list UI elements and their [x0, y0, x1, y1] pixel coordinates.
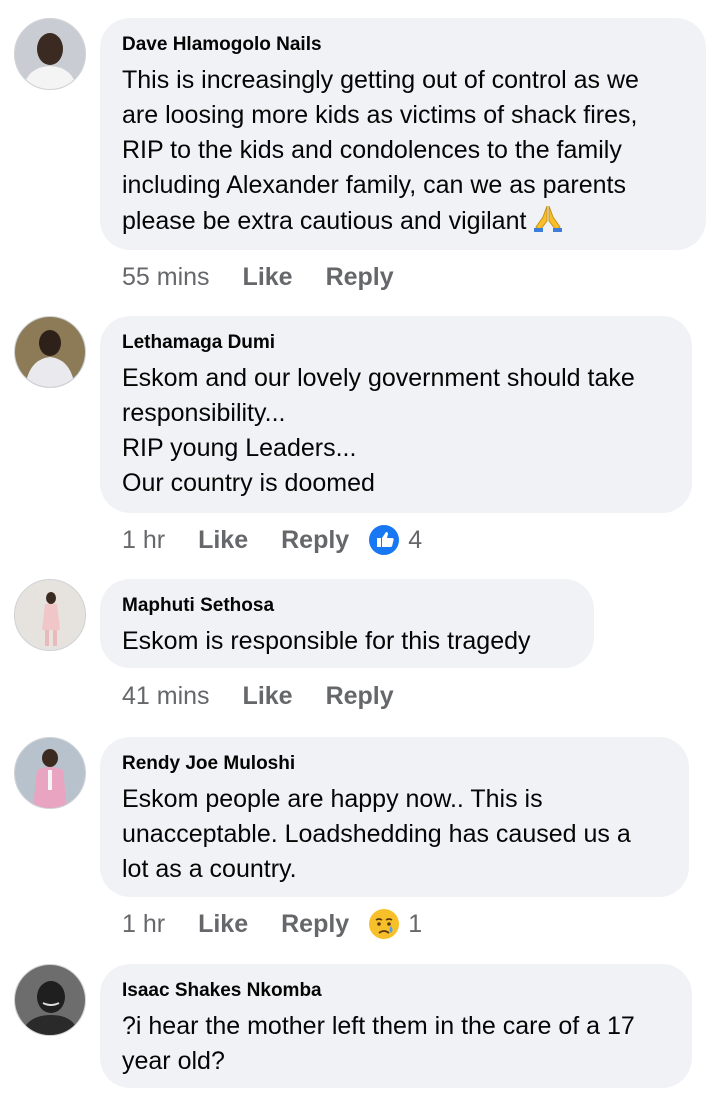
comment-author[interactable]: Dave Hlamogolo Nails	[122, 34, 684, 56]
comment-bubble: Dave Hlamogolo Nails This is increasingl…	[100, 18, 706, 250]
avatar[interactable]	[14, 18, 86, 90]
avatar[interactable]	[14, 316, 86, 388]
comment-actions: 1 hr Like Reply 1	[122, 906, 422, 942]
like-button[interactable]: Like	[198, 526, 248, 555]
comment-bubble: Maphuti Sethosa Eskom is responsible for…	[100, 579, 594, 668]
reaction-summary[interactable]: 4	[368, 524, 422, 556]
comment-actions: 55 mins Like Reply	[122, 259, 427, 295]
profile-photo-icon	[15, 738, 85, 808]
comment-author[interactable]: Rendy Joe Muloshi	[122, 753, 667, 775]
comment-actions: 41 mins Like Reply	[122, 678, 427, 714]
comment-author[interactable]: Lethamaga Dumi	[122, 332, 670, 354]
like-button[interactable]: Like	[198, 910, 248, 939]
comment-bubble: Lethamaga Dumi Eskom and our lovely gove…	[100, 316, 692, 513]
comment-author[interactable]: Maphuti Sethosa	[122, 595, 572, 617]
reply-button[interactable]: Reply	[326, 682, 394, 711]
comment-timestamp[interactable]: 41 mins	[122, 682, 210, 711]
comment-timestamp[interactable]: 1 hr	[122, 910, 165, 939]
like-button[interactable]: Like	[243, 263, 293, 292]
comment-text: Eskom people are happy now.. This is una…	[122, 785, 631, 883]
avatar[interactable]	[14, 964, 86, 1036]
reply-button[interactable]: Reply	[326, 263, 394, 292]
like-reaction-icon	[369, 525, 400, 555]
profile-photo-icon	[15, 580, 85, 650]
comment-author[interactable]: Isaac Shakes Nkomba	[122, 980, 670, 1002]
avatar[interactable]	[14, 737, 86, 809]
folded-hands-emoji-icon	[534, 205, 563, 232]
comment-timestamp[interactable]: 1 hr	[122, 526, 165, 555]
avatar[interactable]	[14, 579, 86, 651]
reaction-summary[interactable]: 1	[368, 908, 422, 940]
comment-bubble: Isaac Shakes Nkomba ?i hear the mother l…	[100, 964, 692, 1088]
comment-timestamp[interactable]: 55 mins	[122, 263, 210, 292]
reaction-count: 1	[408, 909, 423, 938]
profile-photo-icon	[15, 19, 85, 89]
reply-button[interactable]: Reply	[281, 526, 349, 555]
like-button[interactable]: Like	[243, 682, 293, 711]
comment-actions: 1 hr Like Reply 4	[122, 522, 422, 558]
profile-photo-icon	[15, 317, 85, 387]
comment-text: Eskom and our lovely government should t…	[122, 364, 635, 497]
profile-photo-icon	[15, 965, 85, 1035]
comment-bubble: Rendy Joe Muloshi Eskom people are happy…	[100, 737, 689, 897]
comment-text: Eskom is responsible for this tragedy	[122, 627, 531, 655]
reaction-count: 4	[408, 525, 423, 554]
comment-text: ?i hear the mother left them in the care…	[122, 1012, 635, 1075]
reply-button[interactable]: Reply	[281, 910, 349, 939]
sad-reaction-icon	[369, 909, 400, 939]
